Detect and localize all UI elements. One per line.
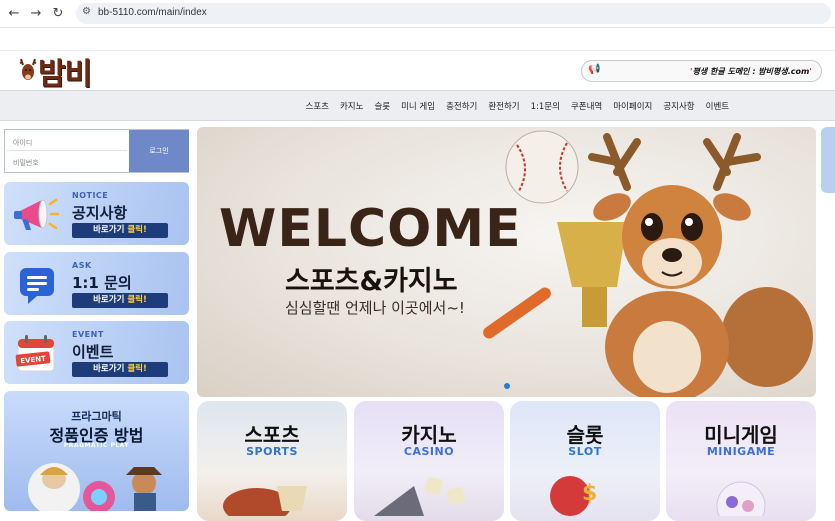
nav-item-sports[interactable]: 스포츠	[300, 100, 334, 112]
main-nav: 스포츠 카지노 슬롯 미니 게임 충전하기 환전하기 1:1문의 쿠폰내역 마이…	[0, 90, 835, 121]
nav-item-withdraw[interactable]: 환전하기	[483, 100, 525, 112]
card-eyebrow: EVENT	[72, 330, 104, 339]
sports-tile[interactable]: 스포츠 SPORTS	[197, 401, 347, 521]
card-title: 1:1 문의	[72, 274, 132, 292]
minigame-illustration	[716, 481, 766, 516]
svg-text:$: $	[582, 481, 597, 506]
notice-card[interactable]: NOTICE 공지사항 바로가기 클릭!	[4, 182, 189, 245]
tile-title: 슬롯	[566, 423, 604, 447]
tile-title: 카지노	[401, 423, 457, 447]
domain-notice: '평생 한글 도메인 : 밤비평생.com'	[690, 67, 812, 76]
password-field[interactable]: 비밀번호	[7, 152, 127, 171]
pragmatic-promo-card[interactable]: 프라그마틱 정품인증 방법 PRAGMATIC PLAY	[4, 391, 189, 511]
event-calendar-icon: EVENT	[12, 329, 60, 377]
megaphone-icon: 📢	[588, 64, 601, 75]
login-button[interactable]: 로그인	[129, 130, 189, 172]
tile-title: 스포츠	[244, 423, 300, 447]
nav-item-coupons[interactable]: 쿠폰내역	[565, 100, 607, 112]
casino-illustration	[374, 476, 465, 516]
tile-subtitle: MINIGAME	[706, 445, 776, 458]
url-text: bb-5110.com/main/index	[98, 7, 207, 18]
tile-title: 미니게임	[704, 423, 778, 447]
username-field[interactable]: 아이디	[7, 132, 127, 151]
nav-item-deposit[interactable]: 충전하기	[441, 100, 483, 112]
right-side-card-peek[interactable]	[821, 127, 835, 193]
card-title: 공지사항	[72, 204, 128, 222]
site-settings-icon[interactable]: ⚙	[82, 6, 91, 17]
login-panel: 아이디 비밀번호 로그인	[4, 129, 189, 173]
tile-subtitle: SPORTS	[246, 445, 298, 458]
minigame-tile[interactable]: 미니게임 MINIGAME	[666, 401, 816, 521]
promo-characters-illustration	[4, 449, 189, 511]
event-card[interactable]: EVENT EVENT 이벤트 바로가기 클릭!	[4, 321, 189, 384]
tile-subtitle: SLOT	[568, 445, 602, 458]
logo-text: 밤비	[38, 57, 92, 92]
hero-title: WELCOME	[219, 199, 522, 259]
nav-item-event[interactable]: 이벤트	[700, 100, 734, 112]
promo-line3: PRAGMATIC PLAY	[63, 442, 130, 449]
browser-toolbar: ← → ↻ ⚙ bb-5110.com/main/index	[0, 0, 835, 28]
address-bar[interactable]: ⚙ bb-5110.com/main/index	[76, 3, 831, 24]
megaphone-icon	[12, 190, 60, 238]
event-cta-button[interactable]: 바로가기 클릭!	[72, 362, 168, 377]
notice-cta-button[interactable]: 바로가기 클릭!	[72, 223, 168, 238]
slot-tile[interactable]: 슬롯 SLOT $	[510, 401, 660, 521]
hero-subtitle: 스포츠&카지노	[285, 266, 458, 297]
slot-illustration: $	[550, 476, 597, 516]
card-eyebrow: NOTICE	[72, 191, 109, 200]
inquiry-card[interactable]: ASK 1:1 문의 바로가기 클릭!	[4, 252, 189, 315]
chat-bubble-icon	[12, 260, 60, 308]
hero-banner[interactable]: WELCOME 스포츠&카지노 심심할땐 언제나 이곳에서~!	[197, 127, 816, 397]
sports-illustration	[223, 486, 307, 516]
carousel-indicator[interactable]	[504, 383, 510, 389]
card-title: 이벤트	[72, 343, 114, 361]
tile-subtitle: CASINO	[403, 445, 455, 458]
domain-notice-bar: 📢 '평생 한글 도메인 : 밤비평생.com'	[581, 60, 822, 82]
deer-logo-icon	[18, 57, 38, 85]
inquiry-cta-button[interactable]: 바로가기 클릭!	[72, 293, 168, 308]
card-eyebrow: ASK	[72, 261, 92, 270]
forward-arrow-icon[interactable]: →	[26, 4, 46, 24]
site-logo[interactable]: 밤비	[18, 54, 92, 92]
nav-item-casino[interactable]: 카지노	[334, 100, 368, 112]
nav-item-notice[interactable]: 공지사항	[658, 100, 700, 112]
back-arrow-icon[interactable]: ←	[4, 4, 24, 24]
casino-tile[interactable]: 카지노 CASINO	[354, 401, 504, 521]
site-header: 밤비 📢 '평생 한글 도메인 : 밤비평생.com'	[0, 50, 835, 92]
nav-item-inquiry[interactable]: 1:1문의	[525, 100, 565, 112]
nav-item-minigame[interactable]: 미니 게임	[396, 100, 441, 112]
reload-icon[interactable]: ↻	[48, 4, 68, 24]
nav-item-slot[interactable]: 슬롯	[369, 100, 396, 112]
hero-tagline: 심심할땐 언제나 이곳에서~!	[285, 299, 465, 317]
nav-item-mypage[interactable]: 마이페이지	[608, 100, 658, 112]
